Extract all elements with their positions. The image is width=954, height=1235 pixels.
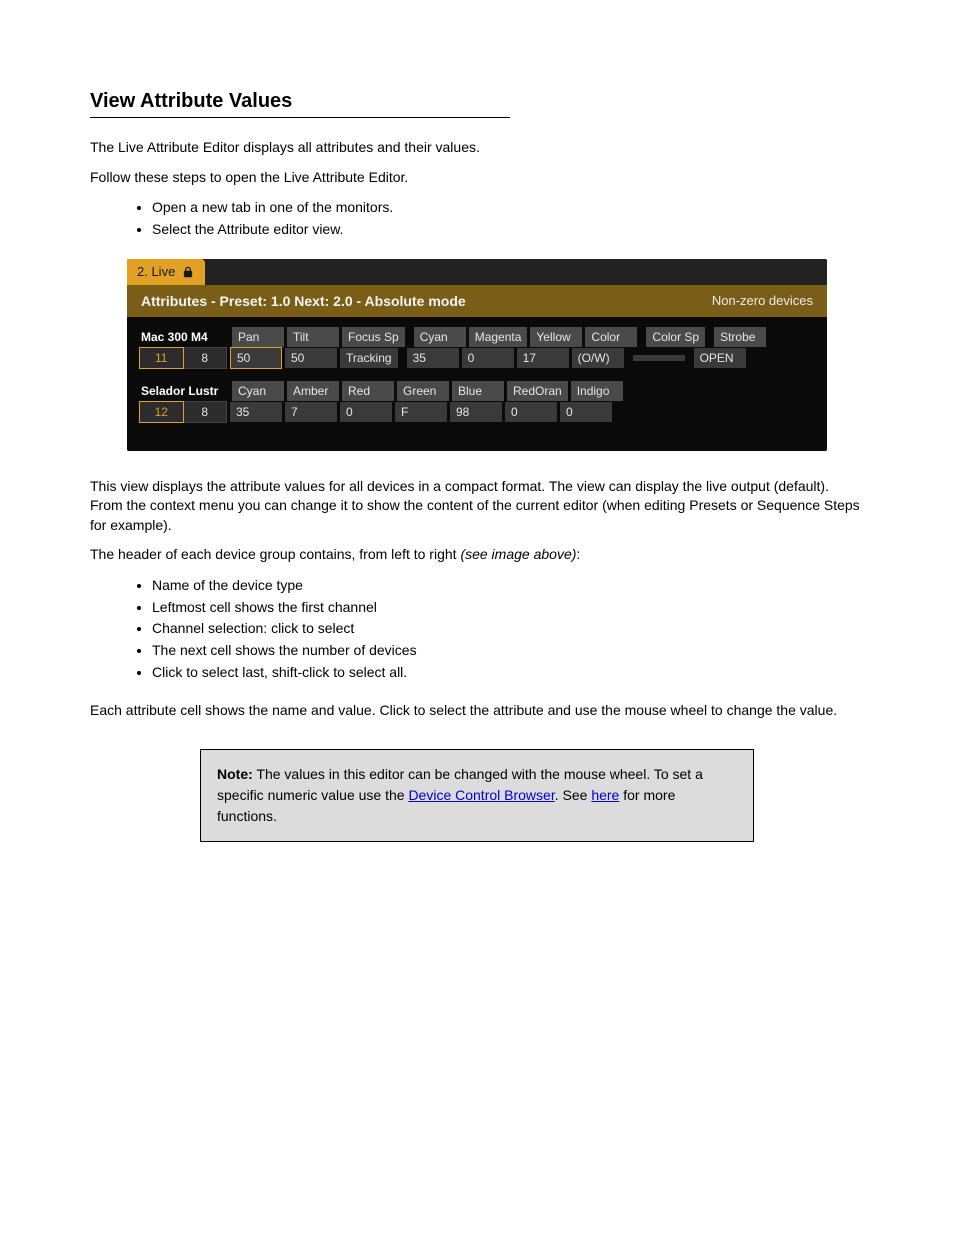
note-label: Note: — [217, 766, 253, 782]
attr-value-cell[interactable]: 35 — [230, 402, 282, 422]
attr-header-cell[interactable]: Color — [585, 327, 637, 347]
panel-body: Mac 300 M4PanTiltFocus SpCyanMagentaYell… — [127, 317, 827, 451]
attr-value-cell[interactable] — [633, 355, 685, 361]
intro-paragraph: The Live Attribute Editor displays all a… — [90, 138, 864, 158]
attr-header-cell[interactable]: RedOran — [507, 381, 568, 401]
here-link[interactable]: here — [591, 787, 619, 803]
attr-value-cell[interactable]: 0 — [462, 348, 514, 368]
device-id-box: 118 — [139, 347, 227, 369]
attr-header-cell[interactable]: Green — [397, 381, 449, 401]
attr-value-cell[interactable]: 0 — [505, 402, 557, 422]
p2-italic: (see image above) — [460, 546, 576, 562]
attr-value-cell[interactable]: 7 — [285, 402, 337, 422]
device-control-browser-link[interactable]: Device Control Browser — [408, 787, 554, 803]
after-shot-paragraph-1: This view displays the attribute values … — [90, 477, 864, 536]
list-item: Leftmost cell shows the first channel — [152, 597, 864, 619]
steps-intro: Follow these steps to open the Live Attr… — [90, 168, 864, 188]
device-value-row: 1185050Tracking35017(O/W)OPEN — [139, 347, 815, 369]
attr-value-cell[interactable]: 98 — [450, 402, 502, 422]
first-channel-cell[interactable]: 11 — [139, 347, 184, 369]
attr-value-cell[interactable]: 50 — [230, 347, 282, 369]
p2-text-a: The header of each device group contains… — [90, 546, 460, 562]
attr-value-cell[interactable]: 0 — [560, 402, 612, 422]
attr-value-cell[interactable]: (O/W) — [572, 348, 624, 368]
device-header-row: Selador LustrCyanAmberRedGreenBlueRedOra… — [139, 381, 815, 401]
attr-value-cell[interactable]: Tracking — [340, 348, 398, 368]
attr-value-cell[interactable]: OPEN — [694, 348, 746, 368]
attr-value-cell[interactable]: F — [395, 402, 447, 422]
attr-header-cell[interactable]: Strobe — [714, 327, 766, 347]
attr-header-cell[interactable]: Magenta — [469, 327, 528, 347]
list-item: Click to select last, shift-click to sel… — [152, 662, 864, 684]
attr-header-cell[interactable]: Focus Sp — [342, 327, 405, 347]
list-item: Open a new tab in one of the monitors. — [152, 197, 864, 219]
after-shot-paragraph-2: The header of each device group contains… — [90, 545, 864, 565]
tab-label: 2. Live — [137, 264, 175, 279]
attr-value-cell[interactable]: 35 — [407, 348, 459, 368]
lock-icon — [181, 265, 195, 279]
attr-header-cell[interactable]: Color Sp — [646, 327, 705, 347]
note-text-2a: See — [559, 787, 592, 803]
list-item: Select the Attribute editor view. — [152, 219, 864, 241]
attr-value-cell[interactable]: 17 — [517, 348, 569, 368]
panel-header: Attributes - Preset: 1.0 Next: 2.0 - Abs… — [127, 285, 827, 317]
attr-header-cell[interactable]: Cyan — [232, 381, 284, 401]
attr-header-cell[interactable]: Pan — [232, 327, 284, 347]
top-bullet-list: Open a new tab in one of the monitors.Se… — [152, 197, 864, 240]
attr-header-cell[interactable]: Cyan — [414, 327, 466, 347]
header-title: Attributes - Preset: 1.0 Next: 2.0 - Abs… — [141, 293, 466, 309]
device-header-row: Mac 300 M4PanTiltFocus Sp CyanMagentaYell… — [139, 327, 815, 347]
device-block: Selador LustrCyanAmberRedGreenBlueRedOra… — [139, 381, 815, 423]
attr-header-cell[interactable]: Indigo — [571, 381, 623, 401]
attr-header-cell[interactable]: Tilt — [287, 327, 339, 347]
attr-header-cell[interactable]: Yellow — [530, 327, 582, 347]
attribute-editor-screenshot: 2. Live Attributes - Preset: 1.0 Next: 2… — [127, 259, 827, 451]
device-count-cell[interactable]: 8 — [184, 401, 228, 423]
note-box: Note: The values in this editor can be c… — [200, 749, 754, 842]
attr-header-cell[interactable]: Blue — [452, 381, 504, 401]
live-tab[interactable]: 2. Live — [127, 259, 205, 285]
attr-header-cell[interactable]: Red — [342, 381, 394, 401]
heading-underline — [90, 117, 510, 118]
device-value-row: 1283570F9800 — [139, 401, 815, 423]
window-tabstrip: 2. Live — [127, 259, 827, 285]
list-item: Name of the device type — [152, 575, 864, 597]
list-item: The next cell shows the number of device… — [152, 640, 864, 662]
after-shot-paragraph-3: Each attribute cell shows the name and v… — [90, 701, 864, 721]
device-block: Mac 300 M4PanTiltFocus Sp CyanMagentaYell… — [139, 327, 815, 369]
first-channel-cell[interactable]: 12 — [139, 401, 184, 423]
device-name: Mac 300 M4 — [139, 330, 229, 344]
device-id-box: 128 — [139, 401, 227, 423]
attr-header-cell[interactable]: Amber — [287, 381, 339, 401]
device-count-cell[interactable]: 8 — [184, 347, 228, 369]
attr-value-cell[interactable]: 50 — [285, 348, 337, 368]
header-filter-label[interactable]: Non-zero devices — [712, 293, 813, 308]
after-shot-bullets: Name of the device typeLeftmost cell sho… — [152, 575, 864, 683]
attr-value-cell[interactable]: 0 — [340, 402, 392, 422]
section-heading: View Attribute Values — [90, 90, 864, 113]
list-item: Channel selection: click to select — [152, 618, 864, 640]
p2-text-b: : — [576, 546, 580, 562]
device-name: Selador Lustr — [139, 384, 229, 398]
